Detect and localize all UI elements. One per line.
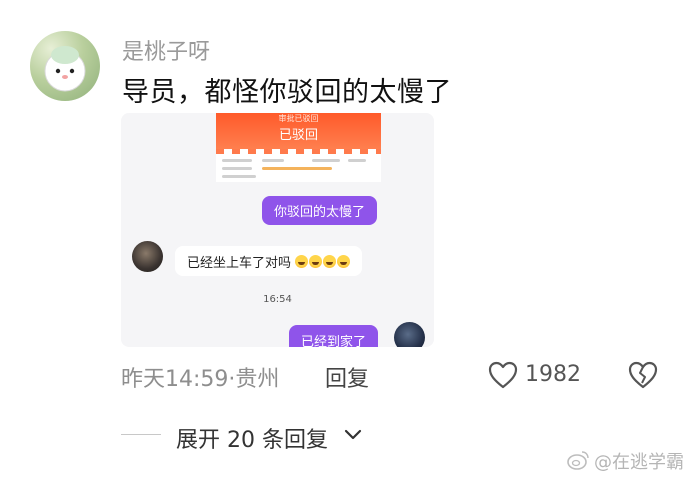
expand-replies-button[interactable]: 展开 20 条回复 xyxy=(176,422,328,454)
self-avatar xyxy=(394,322,425,347)
broken-heart-icon[interactable] xyxy=(628,361,658,389)
sent-bubble-1: 你驳回的太慢了 xyxy=(262,196,378,225)
contact-avatar xyxy=(132,241,163,272)
sent-bubble-2: 已经到家了 xyxy=(289,325,379,348)
laughing-emoji-icon xyxy=(295,254,309,268)
username[interactable]: 是桃子呀 xyxy=(122,34,210,66)
sent-bubble-2-text: 已经到家了 xyxy=(301,334,367,348)
reply-button[interactable]: 回复 xyxy=(325,361,369,393)
comment-text: 导员，都怪你驳回的太慢了 xyxy=(122,77,452,108)
user-avatar[interactable] xyxy=(30,31,100,101)
approval-banner-title: 已驳回 xyxy=(278,128,318,143)
laughing-emoji-icon xyxy=(323,254,337,268)
expand-divider xyxy=(121,434,161,435)
laughing-emoji-group xyxy=(294,254,351,268)
approval-form xyxy=(216,154,381,182)
comment-meta: 昨天14:59·贵州 xyxy=(121,367,280,392)
received-bubble-1: 已经坐上车了对吗 xyxy=(175,246,363,276)
heart-icon[interactable] xyxy=(488,361,518,389)
approval-banner: 审批已驳回 已驳回 xyxy=(216,113,381,149)
like-count: 1982 xyxy=(525,362,581,387)
weibo-logo-icon xyxy=(567,451,589,470)
comment-image[interactable]: 审批已驳回 已驳回 你驳回的太慢了 已经坐上车了对吗 16:54 已经到家了 xyxy=(121,113,434,347)
watermark-text: @在逃学霸 xyxy=(594,452,684,473)
avatar-illustration xyxy=(44,46,86,92)
chevron-down-icon[interactable] xyxy=(343,426,363,444)
chat-timestamp: 16:54 xyxy=(263,294,292,305)
laughing-emoji-icon xyxy=(309,254,323,268)
approval-banner-subtitle: 审批已驳回 xyxy=(278,114,319,123)
received-bubble-1-text: 已经坐上车了对吗 xyxy=(187,255,292,271)
sent-bubble-1-text: 你驳回的太慢了 xyxy=(274,205,366,220)
laughing-emoji-icon xyxy=(337,254,351,268)
